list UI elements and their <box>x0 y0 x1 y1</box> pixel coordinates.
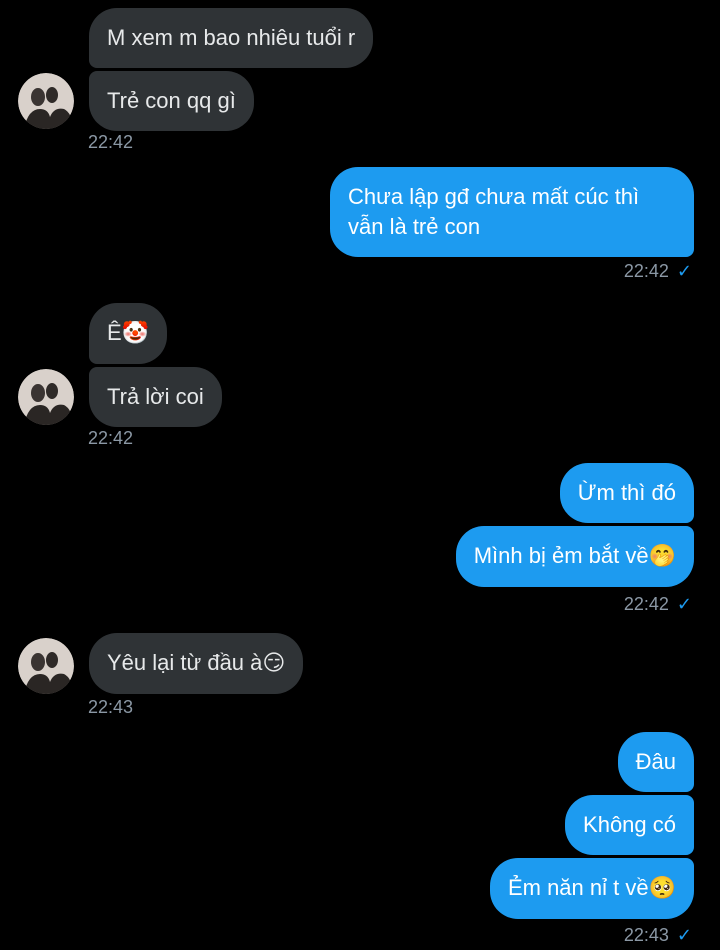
pleading-face-icon: 🥺 <box>648 876 676 901</box>
timestamp: 22:42 ✓ <box>623 261 692 281</box>
incoming-message[interactable]: M xem m bao nhiêu tuổi r <box>89 8 374 68</box>
timestamp: 22:43 ✓ <box>623 925 692 945</box>
avatar-image <box>18 369 74 425</box>
message-text: Chưa lập gđ chưa mất cúc thì vẫn là trẻ … <box>348 184 640 239</box>
hand-over-mouth-icon: 🤭 <box>648 544 676 569</box>
avatar-image <box>18 73 74 129</box>
avatar[interactable] <box>18 73 74 129</box>
avatar-image <box>18 638 74 694</box>
message-text: Ê <box>107 320 122 345</box>
outgoing-message[interactable]: Ừm thì đó <box>559 463 694 523</box>
avatar[interactable] <box>18 369 74 425</box>
message-text: Ẻm năn nỉ t về <box>507 875 649 900</box>
incoming-message[interactable]: Ê🤡 <box>89 303 168 364</box>
clown-face-icon: 🤡 <box>121 321 150 346</box>
message-text: Không có <box>583 812 676 837</box>
avatar[interactable] <box>18 638 74 694</box>
message-text: Đâu <box>635 749 676 774</box>
outgoing-message[interactable]: Mình bị ẻm bắt về🤭 <box>455 526 694 587</box>
outgoing-message[interactable]: Đâu <box>617 732 694 792</box>
message-text: Yêu lại từ đầu à <box>107 650 263 675</box>
incoming-message[interactable]: Trẻ con qq gì <box>89 71 254 131</box>
message-text: Trẻ con qq gì <box>107 88 236 113</box>
outgoing-message[interactable]: Ẻm năn nỉ t về🥺 <box>489 858 694 919</box>
outgoing-message[interactable]: Không có <box>565 795 694 855</box>
check-icon: ✓ <box>676 261 692 281</box>
message-text: M xem m bao nhiêu tuổi r <box>107 25 356 50</box>
check-icon: ✓ <box>676 594 692 614</box>
timestamp: 22:42 <box>88 428 134 448</box>
outgoing-message[interactable]: Chưa lập gđ chưa mất cúc thì vẫn là trẻ … <box>330 167 694 257</box>
timestamp: 22:42 ✓ <box>623 594 692 614</box>
incoming-message[interactable]: Yêu lại từ đầu à😏 <box>89 633 304 694</box>
message-text: Ừm thì đó <box>577 480 676 505</box>
check-icon: ✓ <box>676 925 692 945</box>
timestamp: 22:43 <box>88 697 134 717</box>
smirking-face-icon: 😏 <box>262 651 286 676</box>
message-text: Trả lời coi <box>107 384 204 409</box>
incoming-message[interactable]: Trả lời coi <box>89 367 222 427</box>
timestamp: 22:42 <box>88 132 134 152</box>
message-text: Mình bị ẻm bắt về <box>473 543 649 568</box>
